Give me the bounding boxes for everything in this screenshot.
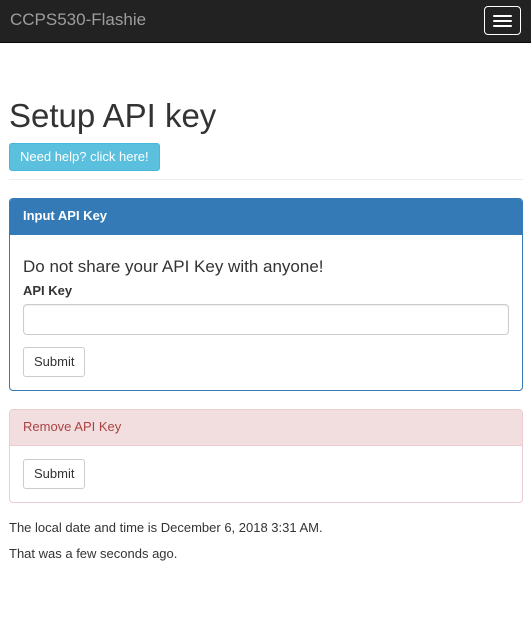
- input-panel-body: Do not share your API Key with anyone! A…: [10, 235, 522, 390]
- navbar: CCPS530-Flashie: [0, 0, 531, 43]
- api-key-input[interactable]: [23, 304, 509, 335]
- footer-text: The local date and time is December 6, 2…: [9, 521, 523, 561]
- remove-panel-body: Submit: [10, 446, 522, 502]
- hamburger-menu-icon: [493, 15, 512, 17]
- input-api-key-panel: Input API Key Do not share your API Key …: [9, 198, 523, 391]
- input-panel-heading: Input API Key: [10, 199, 522, 235]
- input-submit-button[interactable]: Submit: [23, 347, 86, 377]
- api-key-label: API Key: [23, 283, 73, 298]
- relative-time: That was a few seconds ago.: [9, 546, 178, 561]
- hamburger-menu-icon: [493, 20, 512, 22]
- main-container: Setup API key Need help? click here! Inp…: [0, 96, 531, 561]
- help-button[interactable]: Need help? click here!: [9, 143, 160, 171]
- remove-api-key-panel: Remove API Key Submit: [9, 409, 523, 503]
- share-warning: Do not share your API Key with anyone!: [23, 257, 324, 276]
- navbar-toggle-button[interactable]: [484, 6, 521, 35]
- remove-panel-heading: Remove API Key: [10, 410, 522, 446]
- hamburger-menu-icon: [493, 25, 512, 27]
- brand-link[interactable]: CCPS530-Flashie: [10, 10, 146, 30]
- divider: [9, 179, 523, 180]
- local-datetime: The local date and time is December 6, 2…: [9, 520, 323, 535]
- remove-submit-button[interactable]: Submit: [23, 459, 86, 489]
- page-title: Setup API key: [9, 97, 217, 134]
